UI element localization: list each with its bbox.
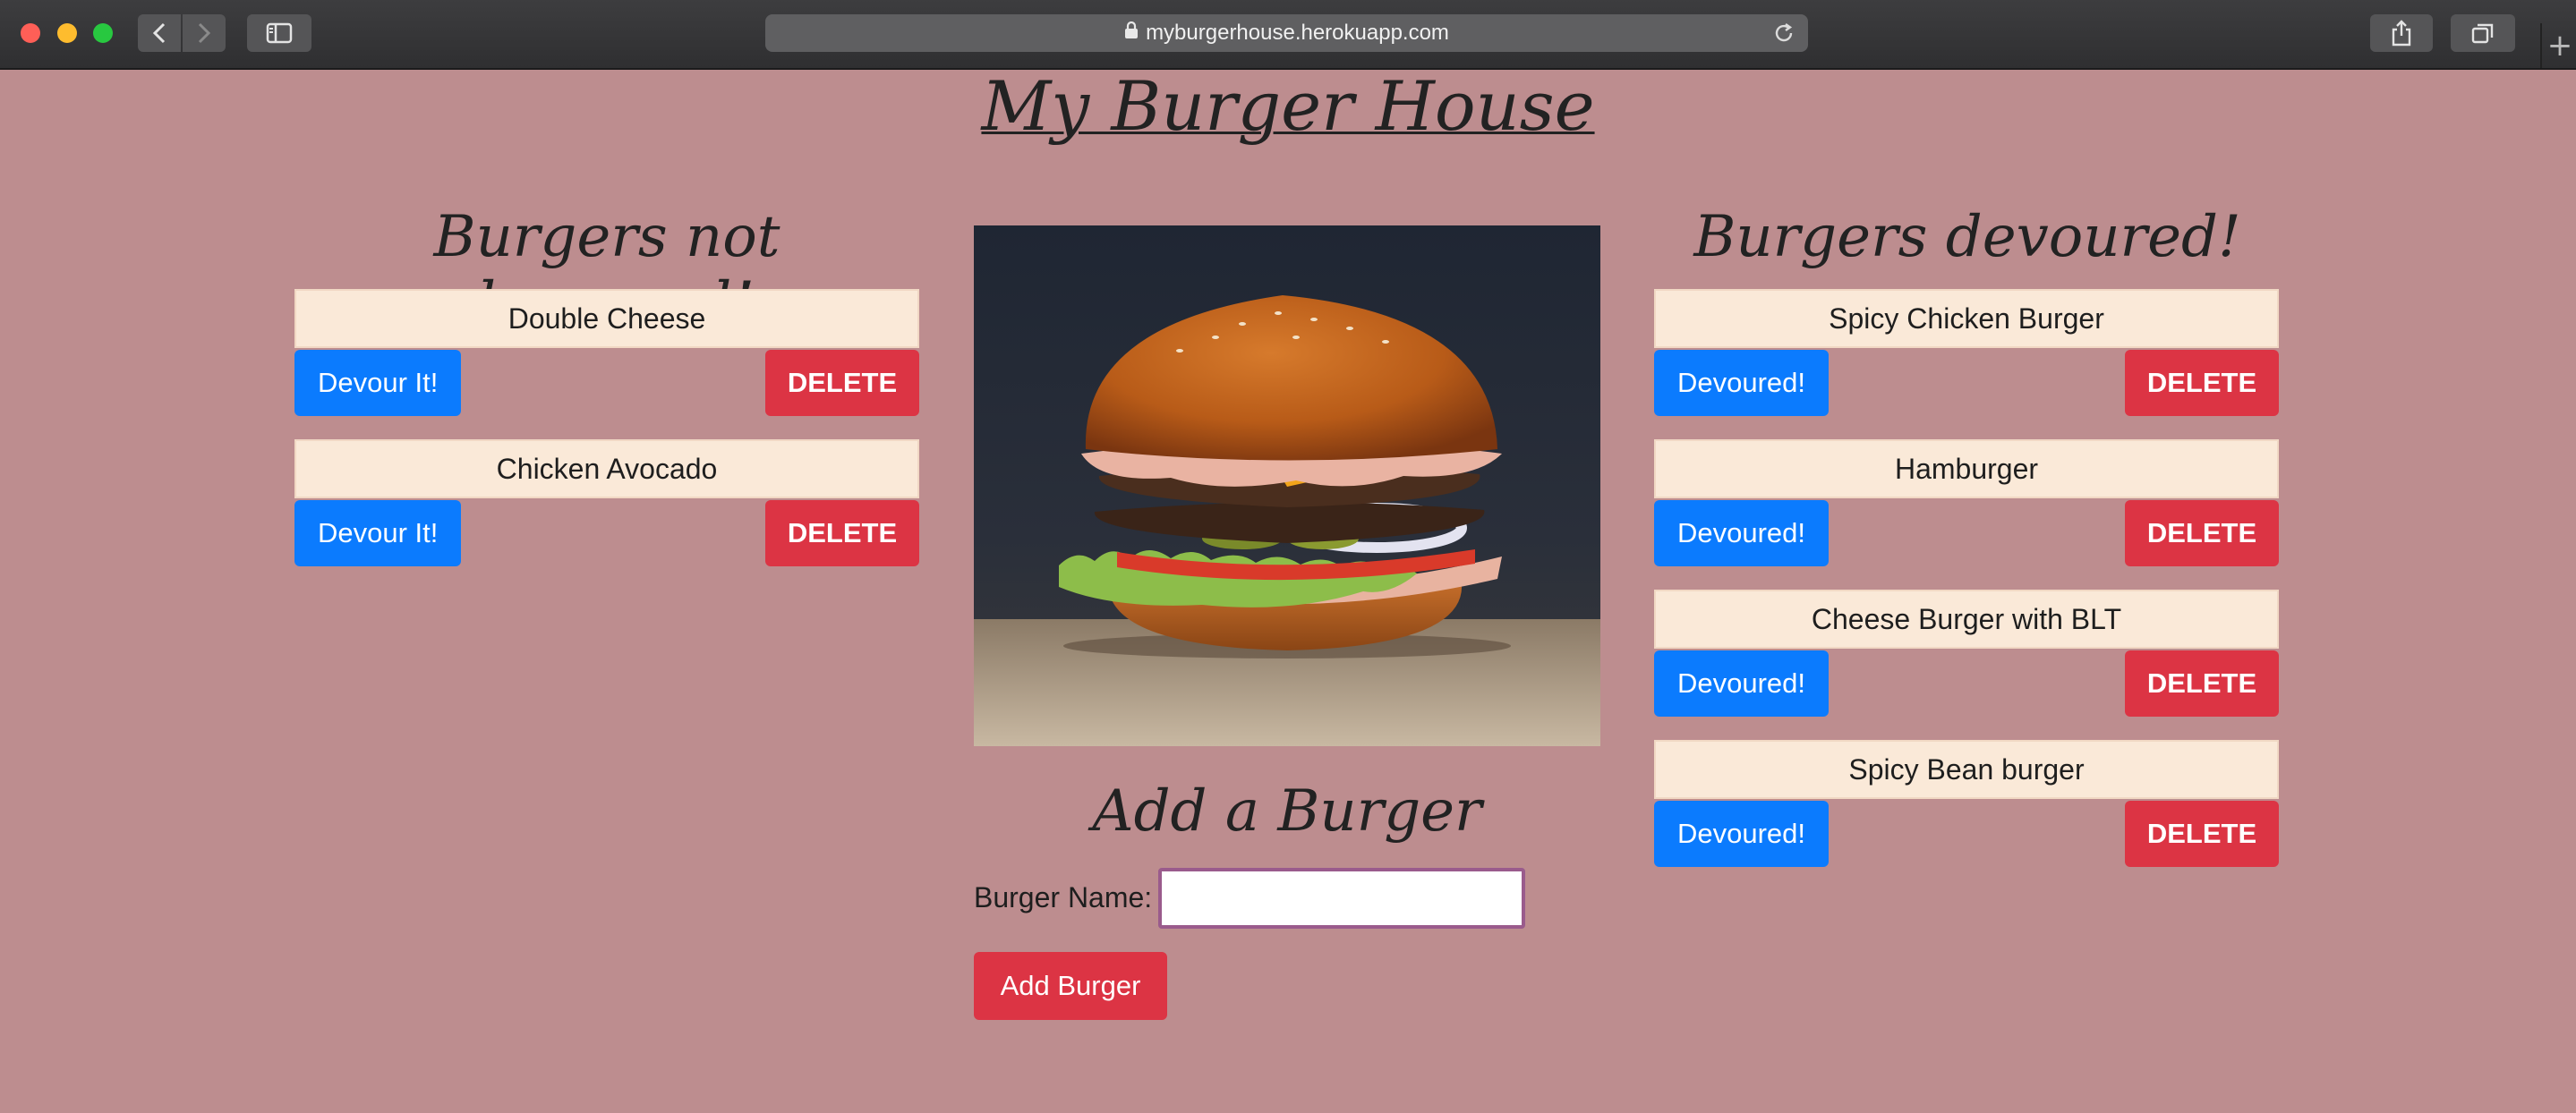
share-icon	[2392, 20, 2411, 47]
delete-button[interactable]: DELETE	[765, 350, 919, 416]
list-item: Chicken Avocado Devour It! DELETE	[294, 439, 919, 568]
close-window-icon[interactable]	[21, 23, 40, 43]
burger-name: Chicken Avocado	[294, 439, 919, 498]
list-item: Spicy Chicken Burger Devoured! DELETE	[1654, 289, 2279, 418]
devour-button[interactable]: Devour It!	[294, 350, 462, 416]
list-item: Hamburger Devoured! DELETE	[1654, 439, 2279, 568]
sidebar-toggle-button[interactable]	[247, 14, 311, 52]
delete-button[interactable]: DELETE	[2125, 801, 2279, 867]
tabs-icon	[2471, 23, 2494, 44]
burger-actions: Devour It! DELETE	[294, 500, 919, 568]
devoured-button[interactable]: Devoured!	[1654, 500, 1830, 566]
browser-toolbar: myburgerhouse.herokuapp.com +	[0, 0, 2576, 70]
new-tab-button[interactable]: +	[2540, 23, 2576, 68]
burger-name: Double Cheese	[294, 289, 919, 348]
chevron-left-icon	[152, 22, 166, 44]
delete-button[interactable]: DELETE	[2125, 350, 2279, 416]
lock-icon	[1124, 21, 1139, 46]
burger-name-label: Burger Name:	[974, 881, 1153, 913]
devoured-button[interactable]: Devoured!	[1654, 350, 1830, 416]
reload-icon[interactable]	[1772, 21, 1796, 51]
maximize-window-icon[interactable]	[93, 23, 113, 43]
burger-actions: Devoured! DELETE	[1654, 801, 2279, 869]
delete-button[interactable]: DELETE	[2125, 650, 2279, 717]
add-burger-heading: Add a Burger	[1092, 778, 1482, 845]
burger-actions: Devoured! DELETE	[1654, 650, 2279, 718]
burger-actions: Devoured! DELETE	[1654, 350, 2279, 418]
burger-actions: Devour It! DELETE	[294, 350, 919, 418]
url-text: myburgerhouse.herokuapp.com	[1146, 21, 1449, 45]
share-button[interactable]	[2370, 14, 2433, 52]
burger-actions: Devoured! DELETE	[1654, 500, 2279, 568]
list-item: Double Cheese Devour It! DELETE	[294, 289, 919, 418]
list-item: Spicy Bean burger Devoured! DELETE	[1654, 740, 2279, 869]
devoured-heading: Burgers devoured!	[1693, 204, 2241, 270]
burger-name: Cheese Burger with BLT	[1654, 590, 2279, 649]
tab-overview-button[interactable]	[2451, 14, 2515, 52]
delete-button[interactable]: DELETE	[765, 500, 919, 566]
back-button[interactable]	[138, 14, 181, 52]
devoured-button[interactable]: Devoured!	[1654, 650, 1830, 717]
forward-button[interactable]	[183, 14, 226, 52]
burger-name: Hamburger	[1654, 439, 2279, 498]
burger-name: Spicy Chicken Burger	[1654, 289, 2279, 348]
chevron-right-icon	[198, 22, 211, 44]
devoured-button[interactable]: Devoured!	[1654, 801, 1830, 867]
page-title: My Burger House	[981, 66, 1595, 146]
plus-icon: +	[2546, 28, 2573, 64]
delete-button[interactable]: DELETE	[2125, 500, 2279, 566]
list-item: Cheese Burger with BLT Devoured! DELETE	[1654, 590, 2279, 718]
burger-name: Spicy Bean burger	[1654, 740, 2279, 799]
devour-button[interactable]: Devour It!	[294, 500, 462, 566]
add-burger-button[interactable]: Add Burger	[974, 952, 1167, 1020]
burger-name-input[interactable]	[1158, 868, 1525, 929]
minimize-window-icon[interactable]	[57, 23, 77, 43]
address-bar[interactable]: myburgerhouse.herokuapp.com	[765, 14, 1808, 52]
sidebar-icon	[266, 22, 293, 44]
burger-photo	[974, 225, 1600, 746]
